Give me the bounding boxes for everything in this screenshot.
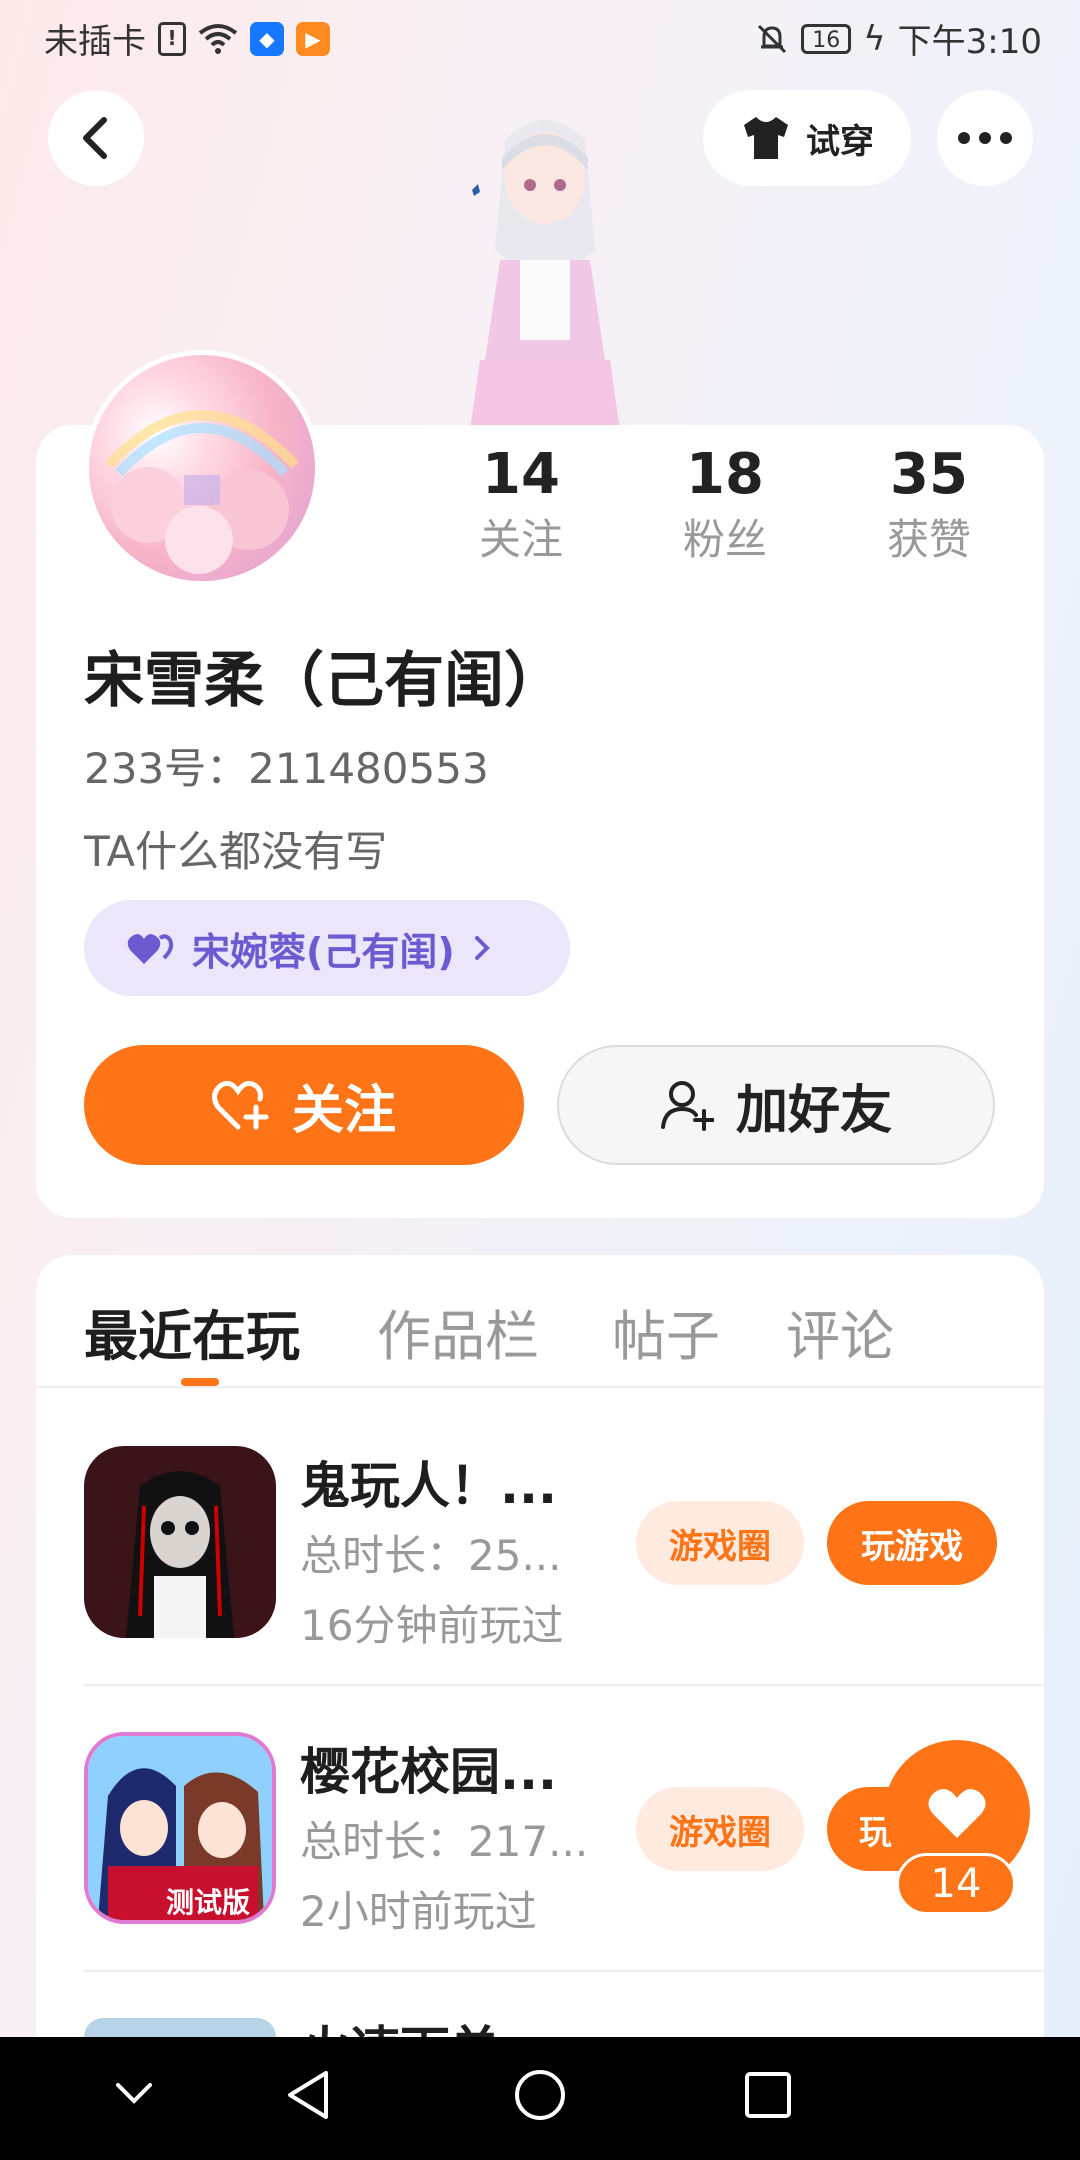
tab-recently-played[interactable]: 最近在玩 bbox=[84, 1292, 300, 1371]
content-card bbox=[36, 1255, 1044, 2055]
tab-works[interactable]: 作品栏 bbox=[377, 1292, 539, 1371]
try-on-button[interactable]: 试穿 bbox=[703, 90, 911, 186]
home-circle-icon[interactable] bbox=[514, 2069, 566, 2121]
stat-following[interactable]: 14 关注 bbox=[446, 440, 596, 570]
battery-indicator: 16 bbox=[801, 23, 852, 54]
tab-posts[interactable]: 帖子 bbox=[612, 1292, 720, 1371]
video-app-icon: ▶ bbox=[296, 21, 330, 56]
stat-fans-label: 粉丝 bbox=[682, 515, 767, 564]
game-circle-button[interactable]: 游戏圈 bbox=[636, 1787, 804, 1871]
heart-plus-icon bbox=[211, 1080, 269, 1130]
stat-likes-value: 35 bbox=[890, 442, 968, 507]
recents-square-icon[interactable] bbox=[744, 2071, 792, 2119]
stat-likes-label: 获赞 bbox=[886, 515, 971, 564]
follow-button[interactable]: 关注 bbox=[84, 1045, 524, 1165]
game-cover-image bbox=[84, 1446, 276, 1638]
game-icon[interactable]: 测试版 bbox=[84, 1732, 276, 1924]
game-title[interactable]: 火速下单 bbox=[300, 2010, 500, 2037]
user-plus-icon bbox=[660, 1081, 714, 1131]
row-divider bbox=[84, 1684, 1044, 1686]
tab-active-indicator bbox=[181, 1378, 219, 1386]
like-count: 14 bbox=[896, 1853, 1016, 1915]
partner-tag[interactable]: 宋婉蓉(己有闺) bbox=[84, 900, 570, 996]
stat-likes[interactable]: 35 获赞 bbox=[854, 440, 1004, 570]
tab-divider bbox=[36, 1386, 1044, 1388]
game-circle-button[interactable]: 游戏圈 bbox=[636, 1501, 804, 1585]
back-triangle-icon[interactable] bbox=[284, 2069, 332, 2121]
profile-bio: TA什么都没有写 bbox=[84, 827, 388, 876]
chevron-down-icon[interactable] bbox=[114, 2081, 154, 2105]
chevron-right-icon bbox=[474, 936, 490, 960]
tshirt-icon bbox=[744, 117, 788, 159]
add-friend-button[interactable]: 加好友 bbox=[557, 1045, 995, 1165]
chevron-left-icon bbox=[83, 117, 107, 159]
more-button[interactable] bbox=[937, 90, 1033, 186]
status-bar: 未插卡 ! ◆ ▶ 16 ϟ 下午3:10 bbox=[0, 0, 1080, 72]
system-nav-bar bbox=[0, 2037, 1080, 2160]
game-last-played: 2小时前玩过 bbox=[300, 1887, 537, 1936]
game-icon[interactable] bbox=[84, 1446, 276, 1638]
stat-following-value: 14 bbox=[482, 442, 560, 507]
avatar-character-image bbox=[470, 120, 620, 430]
carrier-text: 未插卡 bbox=[44, 22, 146, 62]
row-divider bbox=[84, 1970, 1044, 1972]
partner-name: 宋婉蓉(己有闺) bbox=[192, 929, 455, 974]
profile-name: 宋雪柔（己有闺） bbox=[84, 646, 564, 716]
game-title[interactable]: 鬼玩人！... bbox=[300, 1446, 557, 1518]
stat-following-label: 关注 bbox=[478, 515, 563, 564]
shield-app-icon: ◆ bbox=[250, 21, 284, 56]
stat-fans-value: 18 bbox=[686, 442, 764, 507]
game-cover-image: 测试版 bbox=[88, 1736, 272, 1920]
try-on-label: 试穿 bbox=[806, 121, 874, 162]
game-last-played: 16分钟前玩过 bbox=[300, 1601, 564, 1650]
heart-icon bbox=[928, 1789, 986, 1838]
wifi-icon bbox=[198, 23, 238, 54]
play-game-button[interactable]: 玩游戏 bbox=[827, 1501, 997, 1585]
sim-icon: ! bbox=[158, 21, 186, 56]
follow-label: 关注 bbox=[291, 1080, 396, 1141]
profile-avatar[interactable] bbox=[84, 350, 320, 586]
game-duration: 总时长：217... bbox=[300, 1817, 589, 1866]
game-badge-text: 测试版 bbox=[166, 1886, 250, 1919]
avatar-image bbox=[105, 410, 299, 574]
charging-icon: ϟ bbox=[863, 18, 886, 59]
game-icon[interactable] bbox=[84, 2018, 276, 2037]
double-heart-icon bbox=[127, 934, 174, 964]
mute-bell-icon bbox=[758, 24, 787, 53]
game-duration: 总时长：25... bbox=[300, 1531, 562, 1580]
game-title[interactable]: 樱花校园... bbox=[300, 1732, 557, 1804]
back-button[interactable] bbox=[48, 90, 144, 186]
profile-uid: 233号：211480553 bbox=[84, 744, 489, 793]
add-friend-label: 加好友 bbox=[735, 1080, 892, 1141]
stat-fans[interactable]: 18 粉丝 bbox=[650, 440, 800, 570]
tab-comments[interactable]: 评论 bbox=[786, 1292, 894, 1371]
clock-text: 下午3:10 bbox=[897, 22, 1042, 62]
more-dots-icon bbox=[958, 132, 1012, 144]
